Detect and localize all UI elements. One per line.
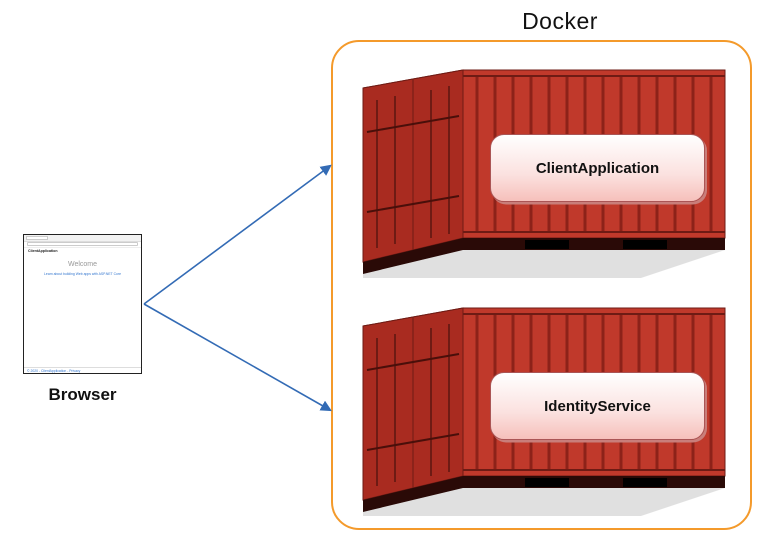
container-identityservice: IdentityService [355,300,731,518]
browser-screenshot: ClientApplication Welcome Learn about bu… [23,234,142,374]
browser-tab [26,236,48,241]
arrow-browser-to-identity [144,304,330,410]
service-chip-identityservice: IdentityService [490,372,705,440]
service-chip-label: IdentityService [544,398,651,415]
service-chip-label: ClientApplication [536,160,659,177]
browser-body: Welcome Learn about building Web apps wi… [24,255,141,282]
arrow-group [142,148,342,448]
browser-label: Browser [23,385,142,405]
browser-app-nav: ClientApplication [24,248,141,255]
browser-welcome-heading: Welcome [24,261,141,271]
docker-title: Docker [385,8,735,35]
browser-footer: © 2020 - ClientApplication - Privacy [24,367,141,373]
browser-address-field [27,242,138,246]
browser-app-name: ClientApplication [28,249,58,253]
container-clientapplication: ClientApplication [355,62,731,280]
service-chip-clientapplication: ClientApplication [490,134,705,202]
browser-body-link: Learn about building Web apps with ASP.N… [24,272,141,276]
arrow-browser-to-clientapp [144,166,330,304]
